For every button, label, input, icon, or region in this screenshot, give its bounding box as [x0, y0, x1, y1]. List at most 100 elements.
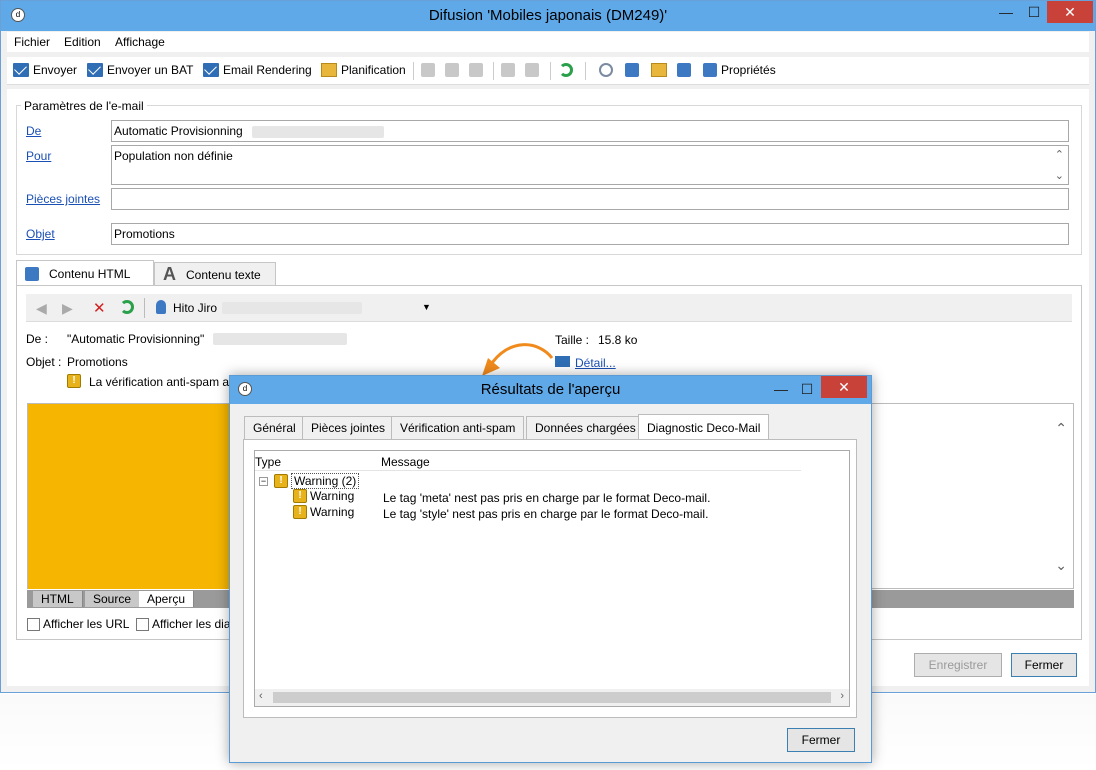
- preview-scroll-down[interactable]: ⌄: [1055, 557, 1067, 574]
- col-message-header[interactable]: Message: [381, 455, 430, 469]
- cut-button[interactable]: [445, 63, 463, 77]
- scrollbar-thumb[interactable]: [273, 692, 831, 703]
- refresh-button[interactable]: [559, 63, 577, 77]
- email-params-label: Paramètres de l'e-mail: [21, 99, 147, 113]
- objet-link[interactable]: Objet: [26, 227, 55, 241]
- show-diag-box[interactable]: [136, 618, 149, 632]
- dialog-close-button[interactable]: ✕: [821, 376, 867, 398]
- col-type-header[interactable]: Type: [255, 455, 281, 469]
- tab-donnees-chargees[interactable]: Données chargées: [526, 416, 645, 439]
- window-title: Difusion 'Mobiles japonais (DM249)': [428, 7, 668, 24]
- redo-icon: [525, 63, 539, 77]
- dialog-fermer-button[interactable]: Fermer: [787, 728, 855, 752]
- attachment-button[interactable]: [599, 63, 617, 77]
- proprietes-label: Propriétés: [721, 63, 776, 77]
- taille-value: 15.8 ko: [598, 333, 638, 347]
- de-value: Automatic Provisionning: [114, 124, 243, 138]
- menu-affichage[interactable]: Affichage: [115, 35, 165, 49]
- link-button[interactable]: [625, 63, 643, 77]
- show-urls-checkbox[interactable]: Afficher les URL: [27, 617, 129, 632]
- clipboard-icon: [703, 63, 717, 77]
- close-button[interactable]: ✕: [1047, 1, 1093, 23]
- menu-edition[interactable]: Edition: [64, 35, 101, 49]
- show-urls-box[interactable]: [27, 618, 40, 632]
- link-icon: [625, 63, 639, 77]
- pieces-jointes-field[interactable]: [111, 188, 1069, 210]
- preview-scroll-up[interactable]: ⌃: [1055, 420, 1067, 437]
- planification-label: Planification: [341, 63, 406, 77]
- minimize-button[interactable]: —: [991, 1, 1021, 23]
- main-toolbar: Envoyer Envoyer un BAT Email Rendering P…: [7, 57, 1089, 85]
- refresh-preview-icon[interactable]: [120, 300, 134, 314]
- pour-field[interactable]: Population non définie ⌃ ⌄: [111, 145, 1069, 185]
- taille-label: Taille :: [555, 333, 590, 347]
- delete-icon[interactable]: ✕: [93, 299, 106, 317]
- collapse-icon[interactable]: −: [259, 476, 268, 486]
- tab-verification-antispam[interactable]: Vérification anti-spam: [391, 416, 525, 439]
- scroll-left-arrow[interactable]: ‹: [259, 690, 263, 702]
- redacted-sender: [213, 333, 347, 345]
- tab-general[interactable]: Général: [244, 416, 305, 439]
- undo-button[interactable]: [501, 63, 519, 77]
- scroll-right-arrow[interactable]: ›: [840, 690, 844, 702]
- tab-pieces-jointes[interactable]: Pièces jointes: [302, 416, 395, 439]
- paperclip-icon: [599, 63, 613, 77]
- text-content-icon: A: [163, 264, 176, 284]
- envoyer-button[interactable]: Envoyer: [13, 63, 77, 77]
- horizontal-scrollbar[interactable]: ‹ ›: [255, 689, 849, 706]
- tab-source[interactable]: Source: [85, 591, 141, 607]
- envoyer-bat-button[interactable]: Envoyer un BAT: [87, 63, 193, 77]
- diagnostic-tree[interactable]: Type Message − ! Warning (2) ! Warning L…: [254, 450, 850, 707]
- forward-arrow-icon[interactable]: ▶: [62, 300, 73, 317]
- menubar: Fichier Edition Affichage: [7, 32, 1089, 52]
- planification-button[interactable]: Planification: [321, 63, 406, 77]
- scroll-down-arrow[interactable]: ⌄: [1055, 169, 1064, 182]
- tab-contenu-html[interactable]: Contenu HTML: [16, 260, 154, 286]
- maximize-button[interactable]: ☐: [1019, 1, 1049, 23]
- enregistrer-button[interactable]: Enregistrer: [914, 653, 1002, 677]
- preview-de-value: "Automatic Provisionning": [67, 332, 205, 346]
- objet-field[interactable]: Promotions: [111, 223, 1069, 245]
- warning-group-label: Warning (2): [291, 473, 360, 489]
- menu-fichier[interactable]: Fichier: [14, 35, 50, 49]
- show-diag-checkbox[interactable]: Afficher les dia: [136, 617, 231, 632]
- row-message: Le tag 'meta' nest pas pris en charge pa…: [383, 491, 711, 505]
- tab-contenu-texte-label: Contenu texte: [186, 267, 261, 282]
- tab-diagnostic-deco-mail[interactable]: Diagnostic Deco-Mail: [638, 414, 770, 440]
- tab-contenu-texte[interactable]: A Contenu texte: [154, 262, 276, 286]
- warning-icon: !: [67, 374, 81, 388]
- proprietes-button[interactable]: Propriétés: [703, 63, 776, 77]
- audit-button[interactable]: [677, 63, 695, 77]
- email-rendering-button[interactable]: Email Rendering: [203, 63, 312, 77]
- user-icon: [156, 300, 166, 314]
- toolbar-separator: [493, 62, 494, 80]
- row-message: Le tag 'style' nest pas pris en charge p…: [383, 507, 709, 521]
- main-titlebar[interactable]: d Difusion 'Mobiles japonais (DM249)' — …: [1, 1, 1095, 31]
- dialog-maximize-button[interactable]: ☐: [792, 378, 822, 400]
- de-field[interactable]: Automatic Provisionning: [111, 120, 1069, 142]
- tree-row[interactable]: ! Warning: [293, 489, 354, 503]
- envelope-rendering-icon: [203, 63, 219, 77]
- redo-button[interactable]: [525, 63, 543, 77]
- pour-link[interactable]: Pour: [26, 149, 51, 163]
- copy-button[interactable]: [421, 63, 439, 77]
- de-link[interactable]: De: [26, 124, 41, 138]
- tab-html[interactable]: HTML: [33, 591, 83, 607]
- preview-results-dialog: d Résultats de l'aperçu — ☐ ✕ Général Pi…: [229, 375, 872, 763]
- warning-row-icon: !: [293, 489, 307, 503]
- row-type: Warning: [310, 489, 355, 503]
- paste-button[interactable]: [469, 63, 487, 77]
- scroll-up-arrow[interactable]: ⌃: [1055, 148, 1064, 161]
- show-diag-label: Afficher les dia: [152, 617, 231, 631]
- recipient-dropdown-icon[interactable]: ▼: [422, 302, 431, 312]
- back-arrow-icon[interactable]: ◀: [36, 300, 47, 317]
- dialog-titlebar[interactable]: d Résultats de l'aperçu — ☐ ✕: [230, 376, 871, 404]
- pieces-jointes-link[interactable]: Pièces jointes: [26, 192, 100, 206]
- tree-row[interactable]: ! Warning: [293, 505, 354, 519]
- tree-group-warning[interactable]: − ! Warning (2): [259, 473, 360, 489]
- detail-link[interactable]: Détail...: [575, 356, 616, 370]
- envoyer-label: Envoyer: [33, 63, 78, 77]
- tab-apercu[interactable]: Aperçu: [139, 591, 195, 607]
- gift-button[interactable]: [651, 63, 671, 77]
- fermer-button[interactable]: Fermer: [1011, 653, 1077, 677]
